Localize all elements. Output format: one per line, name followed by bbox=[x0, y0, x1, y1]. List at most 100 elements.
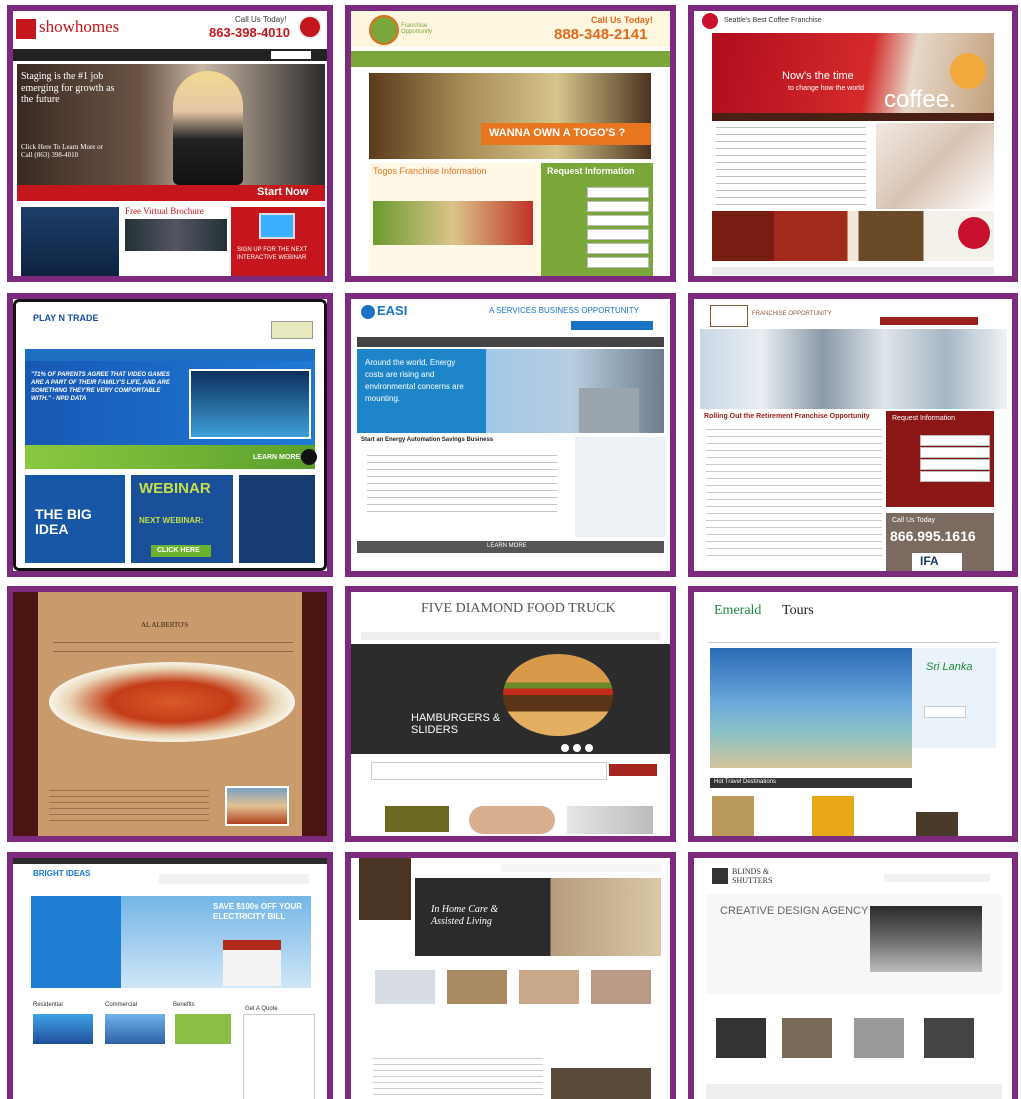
webinar-title[interactable]: WEBINAR bbox=[139, 481, 211, 497]
nav-bar[interactable] bbox=[351, 51, 670, 67]
destination-photo[interactable] bbox=[712, 796, 754, 836]
slider-dot[interactable] bbox=[561, 744, 569, 752]
slider-dot[interactable] bbox=[585, 744, 593, 752]
phone-field[interactable] bbox=[920, 471, 990, 482]
truck-image bbox=[385, 806, 449, 832]
col3-heading: Benefits bbox=[173, 1002, 195, 1008]
nav-bar[interactable] bbox=[53, 642, 293, 652]
col1-heading: Residential bbox=[33, 1002, 63, 1008]
search-input[interactable] bbox=[271, 51, 311, 59]
section-heading: Start an Energy Automation Savings Busin… bbox=[361, 437, 494, 443]
brochure-title[interactable]: Free Virtual Brochure bbox=[125, 206, 204, 216]
nav-bar[interactable] bbox=[884, 874, 990, 882]
tile-coffee[interactable]: Seattle's Best Coffee Franchise Now's th… bbox=[688, 5, 1018, 282]
thumbnail[interactable] bbox=[716, 1018, 766, 1058]
thumbnail[interactable] bbox=[924, 1018, 974, 1058]
body-text bbox=[706, 429, 882, 557]
price-button[interactable] bbox=[924, 706, 966, 718]
start-now-button[interactable]: Start Now bbox=[257, 186, 308, 199]
hero-right-text: SAVE $100s OFF YOUR ELECTRICITY BILL bbox=[213, 902, 303, 921]
hero-person bbox=[173, 71, 243, 185]
tile-restaurant[interactable]: AL ALBERTO'S bbox=[7, 586, 333, 842]
name-field[interactable] bbox=[587, 187, 649, 198]
bullet-list bbox=[367, 455, 557, 513]
nav-bar[interactable] bbox=[708, 634, 998, 643]
cta-button[interactable] bbox=[571, 321, 653, 330]
tile-emerald-tours[interactable]: Emerald Tours Sri Lanka Hot Travel Desti… bbox=[688, 586, 1018, 842]
action-button[interactable] bbox=[609, 764, 657, 776]
tile-home-care[interactable]: In Home Care & Assisted Living bbox=[345, 852, 676, 1099]
service-photo[interactable] bbox=[519, 970, 579, 1004]
footer-panel bbox=[706, 1084, 1002, 1099]
commercial-image bbox=[105, 1014, 165, 1044]
destination-photo[interactable] bbox=[812, 796, 854, 836]
nav-bar[interactable] bbox=[357, 337, 664, 347]
logo-icon bbox=[369, 15, 399, 45]
learn-more-link[interactable]: LEARN MORE bbox=[253, 454, 300, 461]
hero-photo bbox=[870, 906, 982, 972]
banner-text[interactable]: WANNA OWN A TOGO'S ? bbox=[489, 127, 625, 140]
hero-text: HAMBURGERS & SLIDERS bbox=[411, 712, 501, 737]
click-here-label[interactable]: CLICK HERE bbox=[157, 547, 200, 554]
nav-bar[interactable] bbox=[501, 864, 661, 872]
hero-word: coffee. bbox=[884, 86, 956, 113]
click-badge[interactable] bbox=[271, 321, 313, 339]
nav-bar[interactable] bbox=[159, 874, 309, 884]
section-title: Hot Travel Destinations bbox=[714, 779, 777, 785]
hero-title: In Home Care & Assisted Living bbox=[431, 904, 499, 927]
tile-blinds[interactable]: BLINDS & SHUTTERS CREATIVE DESIGN AGENCY bbox=[688, 852, 1018, 1099]
factory-icon bbox=[579, 369, 639, 433]
footer bbox=[712, 267, 994, 275]
brand-name: BLINDS & SHUTTERS bbox=[732, 867, 773, 885]
city-field[interactable] bbox=[587, 229, 649, 240]
zip-field[interactable] bbox=[587, 257, 649, 268]
quote-form[interactable] bbox=[243, 1014, 315, 1099]
learn-more-button[interactable]: LEARN MORE bbox=[487, 543, 527, 549]
nav-bar[interactable] bbox=[361, 632, 660, 640]
tile-solar[interactable]: BRIGHT IDEAS SAVE $100s OFF YOUR ELECTRI… bbox=[7, 852, 333, 1099]
first-name-field[interactable] bbox=[920, 435, 990, 446]
thumbnail[interactable] bbox=[782, 1018, 832, 1058]
brand-name: Seattle's Best Coffee Franchise bbox=[724, 17, 822, 24]
phone-label: Call Us Today! bbox=[235, 15, 287, 24]
tile-showhomes[interactable]: showhomes Call Us Today! 863-398-4010 St… bbox=[7, 5, 333, 282]
state-field[interactable] bbox=[587, 243, 649, 254]
benefits-image bbox=[175, 1014, 231, 1044]
brand-name: BRIGHT IDEAS bbox=[33, 869, 91, 878]
header-button[interactable] bbox=[880, 317, 978, 325]
service-photo[interactable] bbox=[375, 970, 435, 1004]
service-photo[interactable] bbox=[447, 970, 507, 1004]
service-photo[interactable] bbox=[591, 970, 651, 1004]
promo-image[interactable] bbox=[551, 1068, 651, 1099]
hero-text: Staging is the #1 job emerging for growt… bbox=[21, 71, 115, 105]
nav-bar[interactable] bbox=[25, 349, 315, 361]
tile-foodtruck[interactable]: FIVE DIAMOND FOOD TRUCK HAMBURGERS & SLI… bbox=[345, 586, 676, 842]
webinar-text[interactable]: SIGN UP FOR THE NEXT INTERACTIVE WEBINAR bbox=[237, 247, 321, 263]
tile-easi[interactable]: EASI A SERVICES BUSINESS OPPORTUNITY Aro… bbox=[345, 293, 676, 577]
tile-retirement[interactable]: FRANCHISE OPPORTUNITY Rolling Out the Re… bbox=[688, 293, 1018, 577]
brand-a: Emerald bbox=[714, 603, 762, 618]
phone-number: 888-348-2141 bbox=[554, 26, 648, 43]
last-name-field[interactable] bbox=[920, 447, 990, 458]
big-idea-text[interactable]: THE BIG IDEA bbox=[35, 506, 115, 538]
promo-strip[interactable] bbox=[712, 211, 994, 261]
thumbnail[interactable] bbox=[854, 1018, 904, 1058]
arrow-icon[interactable] bbox=[301, 449, 317, 465]
email-field[interactable] bbox=[920, 459, 990, 470]
email-field[interactable] bbox=[587, 201, 649, 212]
news-panel[interactable] bbox=[239, 475, 315, 563]
info-title: Togos Franchise Information bbox=[373, 166, 487, 176]
brand-name: EASI bbox=[377, 303, 408, 318]
tile-playntrade[interactable]: PLAY N TRADE "71% OF PARENTS AGREE THAT … bbox=[7, 293, 333, 577]
search-bar[interactable] bbox=[371, 762, 607, 780]
form-title: Request Information bbox=[547, 166, 635, 176]
promo-badge[interactable] bbox=[958, 217, 990, 249]
phone-field[interactable] bbox=[587, 215, 649, 226]
destination-photo[interactable] bbox=[916, 812, 958, 836]
slider-dot[interactable] bbox=[573, 744, 581, 752]
tagline: A SERVICES BUSINESS OPPORTUNITY bbox=[489, 306, 639, 315]
video-thumb[interactable] bbox=[21, 207, 119, 276]
side-photo bbox=[225, 786, 289, 826]
tile-togos[interactable]: Franchise Opportunity Call Us Today! 888… bbox=[345, 5, 676, 282]
nav-bar[interactable] bbox=[712, 113, 994, 121]
